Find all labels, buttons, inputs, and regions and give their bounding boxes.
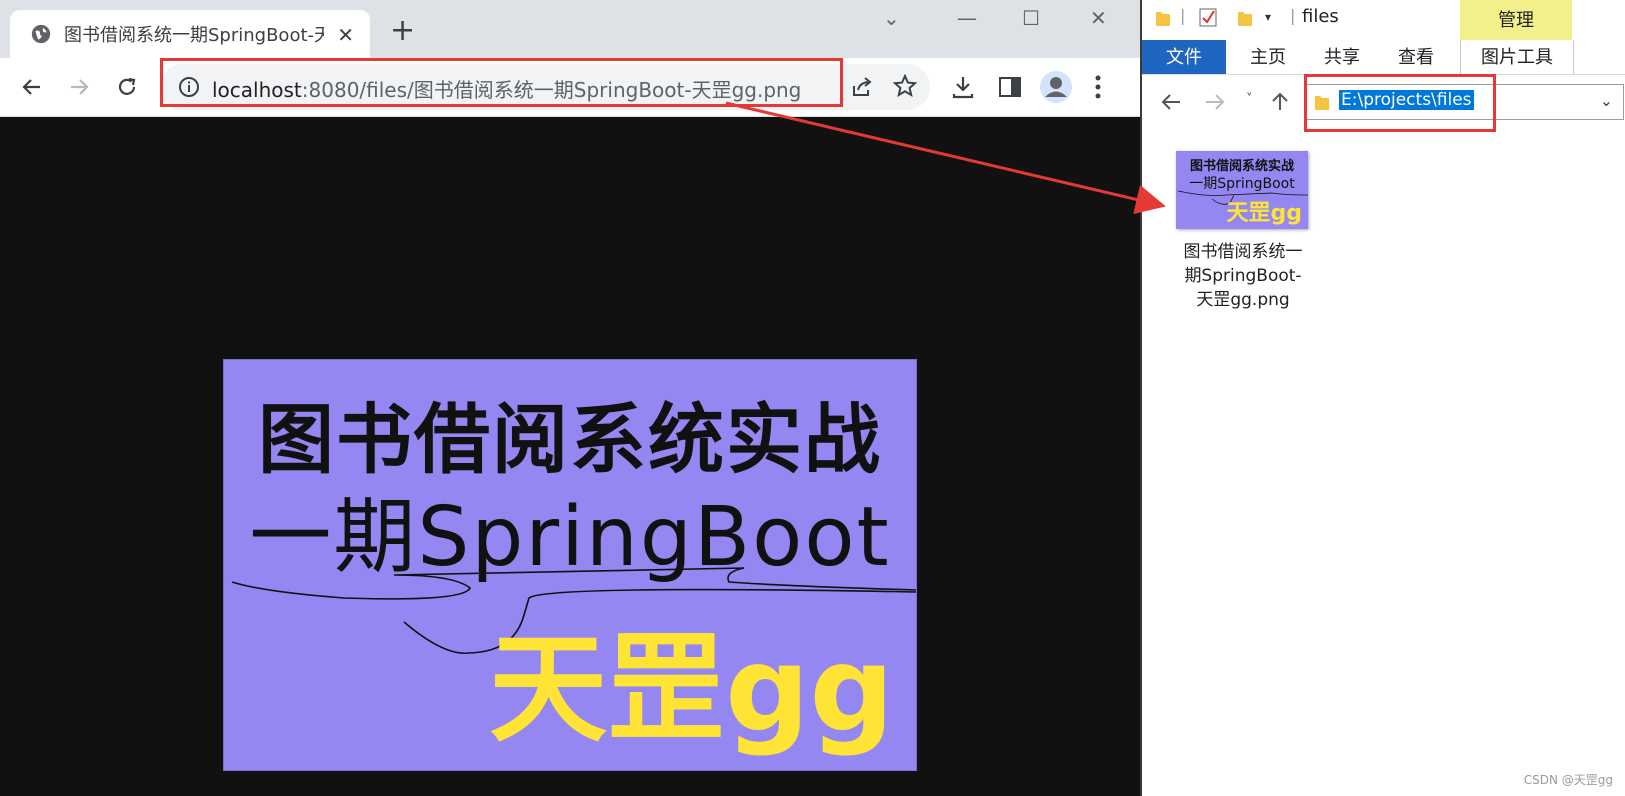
tab-home[interactable]: 主页 <box>1238 40 1298 74</box>
explorer-title: files <box>1302 6 1339 27</box>
download-icon[interactable] <box>950 74 976 100</box>
browser-window: 图书借阅系统一期SpringBoot-天罡gg.png ✕ + ⌄ — ☐ ✕ … <box>0 0 1140 796</box>
address-dropdown-icon[interactable]: ⌄ <box>1600 91 1613 110</box>
tab-view[interactable]: 查看 <box>1386 40 1446 74</box>
qa-separator: | <box>1290 6 1296 25</box>
new-tab-icon[interactable]: + <box>390 16 415 46</box>
quick-access-bar: | ▾ | files 管理 <box>1142 0 1625 40</box>
up-folder-icon[interactable] <box>1270 90 1290 112</box>
explorer-back-icon[interactable] <box>1160 92 1182 112</box>
file-name-line-1: 图书借阅系统一 <box>1183 242 1303 262</box>
new-folder-icon[interactable] <box>1236 8 1254 28</box>
qa-separator: | <box>1180 6 1186 25</box>
displayed-image: 图书借阅系统实战 一期SpringBoot 天罡gg <box>224 360 916 770</box>
explorer-forward-icon[interactable] <box>1204 92 1226 112</box>
folder-small-icon[interactable] <box>1154 8 1172 28</box>
properties-check-icon[interactable] <box>1198 6 1218 28</box>
tab-strip: 图书借阅系统一期SpringBoot-天罡gg.png ✕ + ⌄ — ☐ ✕ <box>0 0 1140 58</box>
close-window-icon[interactable]: ✕ <box>1090 6 1107 30</box>
watermark: CSDN @天罡gg <box>1523 773 1613 787</box>
file-thumbnail[interactable]: 图书借阅系统实战 一期SpringBoot 天罡gg <box>1176 151 1308 229</box>
image-line-3: 天罡gg <box>489 620 894 758</box>
tab-title: 图书借阅系统一期SpringBoot-天罡gg.png <box>64 25 324 46</box>
reload-icon[interactable] <box>112 72 142 102</box>
tab-picture-tools[interactable]: 图片工具 <box>1460 40 1574 74</box>
ribbon-tabs: 文件 主页 共享 查看 图片工具 <box>1142 40 1625 75</box>
side-panel-icon[interactable] <box>998 75 1022 99</box>
maximize-icon[interactable]: ☐ <box>1022 6 1040 30</box>
thumb-line-3: 天罡gg <box>1226 201 1303 226</box>
menu-kebab-icon[interactable] <box>1092 73 1104 101</box>
profile-avatar-icon[interactable] <box>1039 70 1073 104</box>
file-name-line-2: 期SpringBoot- <box>1184 266 1302 286</box>
tab-share[interactable]: 共享 <box>1312 40 1372 74</box>
file-name-line-3: 天罡gg.png <box>1196 290 1290 310</box>
browser-tab[interactable]: 图书借阅系统一期SpringBoot-天罡gg.png ✕ <box>10 10 370 58</box>
path-highlight-box <box>1304 74 1496 132</box>
bookmark-star-icon[interactable] <box>893 74 917 98</box>
back-icon[interactable] <box>17 72 47 102</box>
minimize-icon[interactable]: — <box>957 6 977 30</box>
tab-close-icon[interactable]: ✕ <box>337 23 354 47</box>
qa-dropdown-icon[interactable]: ▾ <box>1265 10 1271 24</box>
file-name-label[interactable]: 图书借阅系统一 期SpringBoot- 天罡gg.png <box>1168 240 1318 312</box>
manage-context-tab[interactable]: 管理 <box>1460 0 1572 40</box>
share-icon[interactable] <box>850 76 874 98</box>
forward-icon[interactable] <box>64 72 94 102</box>
recent-locations-icon[interactable]: ˅ <box>1246 92 1253 107</box>
tab-file[interactable]: 文件 <box>1142 40 1226 74</box>
tab-search-icon[interactable]: ⌄ <box>883 6 900 30</box>
url-highlight-box <box>160 58 843 107</box>
globe-icon <box>31 24 51 44</box>
